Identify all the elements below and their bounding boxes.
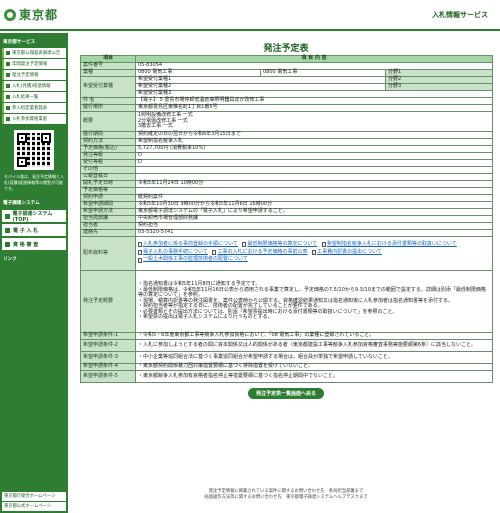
doc-link[interactable]: 一般土木関係工事の監理技術者の配置について bbox=[138, 257, 248, 263]
summary-value: 1照明設備改修工事 一式 2分電盤改修工事 一式 3撤去工事 一式 bbox=[135, 111, 493, 132]
bullet-icon bbox=[6, 95, 10, 99]
sidebar-links: 東京都庁総合ホームページ 東京都公式ホームページ bbox=[0, 491, 68, 513]
doc-link[interactable]: 工事費内訳書の提出について bbox=[312, 249, 382, 256]
document-icon bbox=[138, 257, 142, 263]
sidebar-item-bid-progress[interactable]: 入札(見積)経過情報 bbox=[2, 81, 66, 91]
sidebar: 東京都サービス 東京都公報発表調達公告 年間発注予定情報 発注予定情報 入札(見… bbox=[0, 33, 68, 513]
bullet-icon bbox=[6, 106, 10, 110]
sidebar-section-title: 電子調達システム bbox=[3, 201, 40, 206]
bullet-icon bbox=[6, 51, 10, 55]
bullet-icon bbox=[5, 213, 10, 219]
notes-value: ・指名通知書は令和5年11月8日に通知する予定です。 ・最低制限価格は、令和5年… bbox=[135, 270, 493, 333]
doc-link[interactable]: 工事の入札における予定価格の事前公表 bbox=[212, 249, 307, 256]
tokyo-emblem-icon bbox=[4, 8, 16, 21]
row-label: 希望受付業種 bbox=[80, 76, 136, 98]
hope-industry-1: 希望受付業種1 bbox=[135, 76, 386, 84]
person-value: 契約担当 bbox=[135, 222, 493, 230]
sidebar-item-order-plan[interactable]: 発注予定情報 bbox=[2, 70, 66, 80]
row-label: 希望申請条件-5 bbox=[80, 370, 136, 383]
condition-4: ・東京都契約関係暴力団対策措置要綱に基づく排除措置を受けていないこと。 bbox=[135, 363, 493, 371]
footer: 発注予定情報に掲載されている案件に関するお問い合わせ先 各局担当部署まで 画面操… bbox=[80, 489, 492, 501]
field-2-label: 分野2 bbox=[385, 76, 493, 84]
sidebar-item-bid-results[interactable]: 入札結果一覧 bbox=[2, 92, 66, 102]
row-label: 希望申請条件-2 bbox=[80, 339, 136, 352]
category-value-2: 0800 電気工事 bbox=[260, 69, 386, 77]
dept-value: 中央卸売市場管理部財務課 bbox=[135, 215, 493, 223]
sidebar-section-title: 東京都サービス bbox=[3, 40, 36, 45]
reception-value: D bbox=[135, 159, 493, 167]
page-title: 発注予定表 bbox=[263, 44, 309, 54]
period-value: 契約確定の日の翌日から令和6年3月15日まで bbox=[135, 131, 493, 139]
sidebar-section-title: リンク bbox=[3, 257, 17, 262]
sidebar-item-annual-plan[interactable]: 年間発注予定情報 bbox=[2, 59, 66, 69]
logo-text: 東京都 bbox=[19, 8, 59, 22]
sidebar-item-designated[interactable]: 参入指定業者発表 bbox=[2, 103, 66, 113]
doc-link[interactable]: 電子入札の事務手続について bbox=[138, 249, 208, 256]
field-3-label: 分野3 bbox=[385, 83, 493, 91]
row-label: 希望申請条件-1 bbox=[80, 332, 136, 340]
row-label: 業種 bbox=[80, 69, 136, 77]
qr-code-icon bbox=[14, 130, 54, 170]
price-value: 5,727,700円 (消費税率10%) bbox=[135, 145, 493, 153]
sidebar-link-e-bid[interactable]: 電 子 入 札 bbox=[2, 224, 66, 236]
document-icon bbox=[321, 241, 326, 247]
sidebar-link-procurement-top[interactable]: 電子調達システム(TOP) bbox=[2, 210, 66, 223]
open-datetime: 令和5年11月24日 10時00分 bbox=[135, 180, 493, 188]
bullet-icon bbox=[6, 73, 10, 77]
doc-link[interactable]: 入札参加者に係る事前登録の手順について bbox=[138, 241, 238, 248]
docs-links: 入札参加者に係る事前登録の手順について 最低制限価格等の算定について 希望制指名… bbox=[135, 236, 493, 271]
row-label: 配布資料等 bbox=[80, 236, 136, 271]
sidebar-item-bulletin[interactable]: 東京都公報発表調達公告 bbox=[2, 48, 66, 58]
bullet-icon bbox=[6, 84, 10, 88]
contact-value: 03-5320-5741 bbox=[135, 229, 493, 237]
field-1-label: 分野1 bbox=[385, 69, 493, 77]
doc-link[interactable]: 最低制限価格等の算定について bbox=[242, 241, 317, 248]
row-label: 履行場所 bbox=[80, 104, 136, 112]
link-tokyo-official[interactable]: 東京都公式ホームページ bbox=[2, 502, 66, 511]
document-icon bbox=[138, 241, 142, 247]
hope-industry-2: 希望受付業種2 bbox=[135, 83, 386, 91]
bullet-icon bbox=[5, 227, 10, 233]
row-label: 希望申請条件-4 bbox=[80, 363, 136, 371]
footer-line-2: 画面操作方法等に関するお問い合わせ先 東京都電子調達システムヘルプデスクまで bbox=[204, 495, 368, 500]
bullet-icon bbox=[5, 241, 10, 247]
row-label: 発注予定概要 bbox=[80, 270, 136, 333]
row-label: 連絡先 bbox=[80, 229, 136, 237]
document-icon bbox=[312, 249, 317, 255]
button-area: 発注予定表一覧画面へ戻る bbox=[80, 388, 492, 399]
sidebar-link-qualification[interactable]: 資 格 審 査 bbox=[2, 238, 66, 250]
row-label: 概要 bbox=[80, 111, 136, 132]
mobile-note: モバイル版は、発注予定情報と入札(見積)経過情報等の閲覧が可能です。 bbox=[4, 174, 64, 191]
condition-2: ・入札に参加しようとする者の間に資本関係又は人的関係がある者（東京都建設工事等競… bbox=[135, 339, 493, 352]
sidebar-item-qualified[interactable]: 入札参加資格業者 bbox=[2, 114, 66, 124]
bullet-icon bbox=[6, 117, 10, 121]
case-number: 05-83054 bbox=[135, 62, 493, 70]
document-icon bbox=[138, 249, 142, 255]
condition-5: ・東京都競争入札参加有資格者指名停止等措置要綱に基づく指名停止期間中でないこと。 bbox=[135, 370, 493, 383]
row-label: 希望申請条件-3 bbox=[80, 351, 136, 364]
schedule-value bbox=[135, 187, 493, 195]
condition-3: ・中小企業等協同組合法に基づく事業協同組合が希望申請する場合は、組合員が単独で希… bbox=[135, 351, 493, 364]
order-plan-table: 項目 項 目 内 容 案件番号 05-83054 業種 0800 電気工事 080… bbox=[80, 55, 493, 383]
document-icon bbox=[212, 249, 217, 255]
condition-1: ・令和5・6年度東京都工事等競争入札参加資格において、「08 電気工事」の業種に… bbox=[135, 332, 493, 340]
other-value bbox=[135, 166, 493, 174]
document-icon bbox=[242, 241, 247, 247]
site-header: 東京都 入札情報サービス bbox=[0, 0, 500, 31]
tokyo-logo[interactable]: 東京都 bbox=[4, 6, 58, 23]
bullet-icon bbox=[6, 62, 10, 66]
doc-link[interactable]: 希望制指名競争入札における添付書類等の取扱いについて bbox=[321, 241, 457, 248]
link-tokyo-general[interactable]: 東京都庁総合ホームページ bbox=[2, 492, 66, 501]
table-header-content: 項 目 内 容 bbox=[135, 55, 493, 63]
grade-value: D bbox=[135, 152, 493, 160]
location-value: 東京都豊島区東椎名町1丁目1番5号 bbox=[135, 104, 493, 112]
main-content: 発注予定表 項目 項 目 内 容 案件番号 05-83054 業種 0800 電気… bbox=[80, 33, 493, 399]
service-title: 入札情報サービス bbox=[432, 11, 488, 19]
back-to-list-button[interactable]: 発注予定表一覧画面へ戻る bbox=[247, 388, 324, 399]
